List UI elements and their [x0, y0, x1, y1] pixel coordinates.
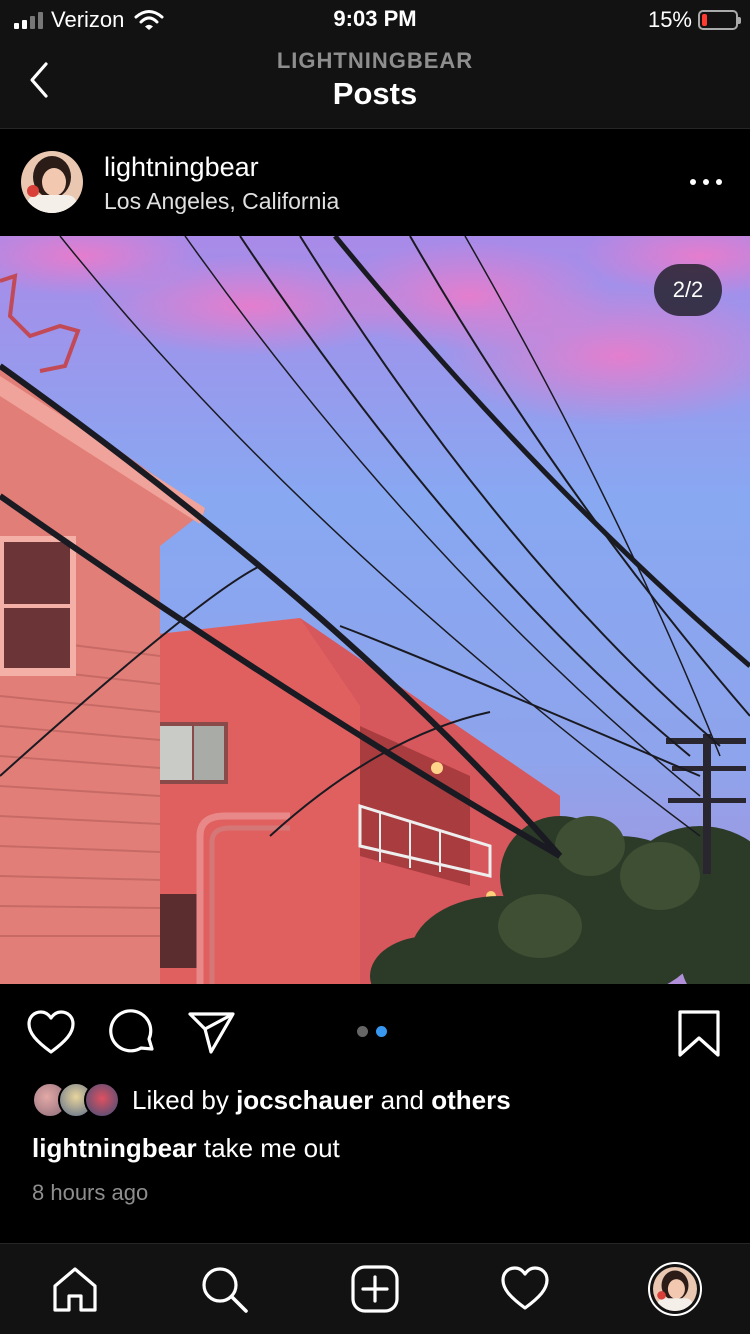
- tab-search[interactable]: [197, 1262, 251, 1316]
- likes-joiner: and: [380, 1084, 424, 1115]
- caption-text: take me out: [203, 1133, 340, 1163]
- status-time: 9:03 PM: [333, 6, 417, 31]
- caption-author[interactable]: lightningbear: [32, 1133, 197, 1163]
- activity-heart-icon: [501, 1266, 549, 1310]
- post-author[interactable]: lightningbear: [104, 152, 259, 183]
- ellipsis-icon: [690, 179, 696, 185]
- heart-icon: [27, 1010, 75, 1054]
- battery-icon: [698, 10, 741, 30]
- liker-username[interactable]: jocschauer: [236, 1085, 373, 1116]
- battery-percent: 15%: [647, 7, 692, 32]
- tab-bar: [0, 1243, 750, 1334]
- like-button[interactable]: [26, 1008, 76, 1058]
- nav-header: LIGHTNINGBEAR Posts: [0, 40, 750, 129]
- likes-prefix: Liked by: [132, 1084, 229, 1115]
- bookmark-icon: [678, 1010, 720, 1057]
- paper-plane-icon: [188, 1012, 235, 1054]
- carousel-dot-active: [376, 1026, 387, 1037]
- post-actions: [0, 984, 750, 1080]
- tab-profile[interactable]: [648, 1262, 702, 1316]
- liker-avatars: [32, 1082, 122, 1118]
- liker-avatar: [84, 1082, 120, 1118]
- post-timestamp: 8 hours ago: [32, 1180, 149, 1205]
- image-counter: 2/2: [654, 264, 722, 316]
- tab-new-post[interactable]: [348, 1262, 402, 1316]
- save-button[interactable]: [674, 1008, 724, 1058]
- header-username: LIGHTNINGBEAR: [276, 48, 474, 73]
- more-options-button[interactable]: [690, 170, 722, 194]
- likes-others[interactable]: others: [431, 1085, 510, 1116]
- post-photo[interactable]: 2/2: [0, 236, 750, 984]
- carousel-dots: [357, 1026, 387, 1037]
- comment-icon: [109, 1009, 154, 1053]
- status-right: 15%: [647, 6, 741, 34]
- home-icon: [53, 1267, 97, 1312]
- carousel-dot: [357, 1026, 368, 1037]
- author-avatar[interactable]: [21, 151, 83, 213]
- page-title: Posts: [332, 76, 418, 111]
- tab-activity[interactable]: [498, 1262, 552, 1316]
- post-header: lightningbear Los Angeles, California: [0, 130, 750, 236]
- status-bar: Verizon 9:03 PM 15%: [0, 0, 750, 40]
- search-icon: [202, 1267, 248, 1313]
- battery-level: [702, 14, 707, 26]
- post-caption: lightningbear take me out: [32, 1133, 340, 1164]
- tab-home[interactable]: [48, 1262, 102, 1316]
- likes-row[interactable]: Liked by jocschauer and others: [32, 1080, 511, 1120]
- add-post-icon: [351, 1265, 399, 1313]
- share-button[interactable]: [186, 1008, 236, 1058]
- post-location[interactable]: Los Angeles, California: [104, 188, 339, 215]
- comment-button[interactable]: [108, 1008, 158, 1058]
- profile-avatar: [653, 1267, 697, 1311]
